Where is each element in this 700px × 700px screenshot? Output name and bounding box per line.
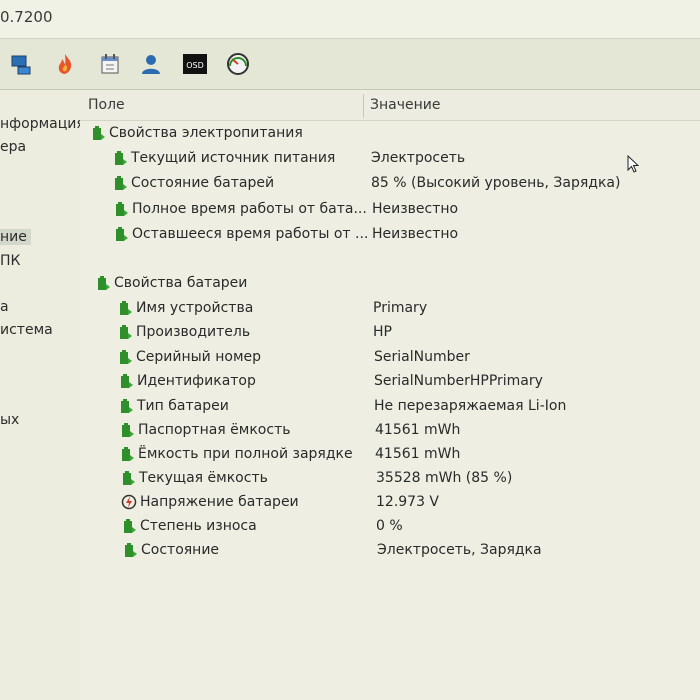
- row-field: Тип батареи: [137, 398, 229, 414]
- table-row[interactable]: Напряжение батареи 12.973 V: [80, 491, 700, 515]
- mouse-cursor-icon: [627, 155, 640, 173]
- sidebar-item[interactable]: истема: [0, 322, 53, 338]
- row-value: Электросеть: [371, 150, 466, 166]
- row-field: Имя устройства: [136, 300, 254, 316]
- table-row[interactable]: Паспортная ёмкость 41561 mWh: [80, 419, 700, 443]
- row-value: SerialNumberHPPrimary: [374, 373, 543, 389]
- scheduler-icon[interactable]: [97, 51, 123, 77]
- row-field: Паспортная ёмкость: [138, 422, 291, 438]
- table-row[interactable]: Состояние Электросеть, Зарядка: [80, 539, 700, 563]
- row-field: Состояние: [141, 542, 220, 558]
- table-header: Поле Значение: [80, 90, 700, 121]
- battery-icon: [121, 399, 133, 413]
- osd-icon[interactable]: OSD: [182, 51, 208, 77]
- row-field: Степень износа: [140, 518, 257, 534]
- row-field: Состояние батарей: [131, 175, 275, 191]
- group-header-battery[interactable]: Свойства батареи: [80, 272, 700, 296]
- sidebar-item[interactable]: а: [0, 299, 9, 315]
- row-value: 85 % (Высокий уровень, Зарядка): [371, 175, 621, 191]
- table-row[interactable]: Тип батареи Не перезаряжаемая Li-Ion: [80, 395, 700, 419]
- battery-icon: [123, 471, 135, 485]
- version-text: 0.7200: [0, 8, 53, 26]
- battery-icon: [122, 447, 134, 461]
- battery-icon: [115, 151, 127, 165]
- table-row[interactable]: Текущий источник питания Электросеть: [80, 147, 700, 171]
- battery-icon: [121, 374, 133, 388]
- row-field: Ёмкость при полной зарядке: [138, 446, 353, 462]
- group-title: Свойства электропитания: [109, 125, 303, 141]
- row-value: 41561 mWh: [375, 446, 461, 462]
- title-bar: 0.7200: [0, 0, 700, 39]
- group-header-power[interactable]: Свойства электропитания: [80, 122, 700, 146]
- row-value: HP: [373, 324, 392, 340]
- battery-icon: [116, 227, 128, 241]
- row-field: Полное время работы от бата...: [132, 201, 367, 217]
- table-row[interactable]: Ёмкость при полной зарядке 41561 mWh: [80, 443, 700, 467]
- battery-icon: [125, 543, 137, 557]
- battery-icon: [120, 325, 132, 339]
- row-value: 12.973 V: [376, 494, 440, 510]
- column-header-field[interactable]: Поле: [88, 97, 125, 113]
- voltage-icon: [121, 494, 137, 510]
- details-panel: Поле Значение Свойства электропитания Те…: [80, 90, 700, 700]
- column-header-value[interactable]: Значение: [370, 97, 440, 113]
- row-value: Неизвестно: [372, 201, 459, 217]
- battery-icon: [93, 126, 105, 140]
- battery-icon: [124, 519, 136, 533]
- row-value: 0 %: [376, 518, 403, 534]
- battery-icon: [122, 423, 134, 437]
- row-value: Неизвестно: [372, 226, 459, 242]
- row-value: Не перезаряжаемая Li-Ion: [374, 398, 567, 414]
- battery-icon: [120, 301, 132, 315]
- row-field: Текущий источник питания: [131, 150, 336, 166]
- osd-label: OSD: [186, 61, 204, 70]
- row-field: Производитель: [136, 324, 251, 340]
- row-value: 41561 mWh: [375, 422, 461, 438]
- table-row[interactable]: Идентификатор SerialNumberHPPrimary: [80, 370, 700, 394]
- battery-icon: [115, 176, 127, 190]
- row-value: Primary: [373, 300, 428, 316]
- row-field: Напряжение батареи: [140, 494, 299, 510]
- user-icon[interactable]: [138, 51, 164, 77]
- toolbar: OSD: [0, 39, 700, 90]
- table-row[interactable]: Оставшееся время работы от ... Неизвестн…: [80, 223, 700, 247]
- sidebar-item[interactable]: ПК: [0, 253, 20, 269]
- table-row[interactable]: Производитель HP: [80, 321, 700, 345]
- flame-icon[interactable]: [52, 51, 78, 77]
- row-field: Оставшееся время работы от ...: [132, 226, 369, 242]
- battery-icon: [116, 202, 128, 216]
- table-row[interactable]: Имя устройства Primary: [80, 297, 700, 321]
- row-value: Электросеть, Зарядка: [377, 542, 542, 558]
- sidebar-item[interactable]: ых: [0, 412, 19, 428]
- row-field: Серийный номер: [136, 349, 262, 365]
- column-separator[interactable]: [363, 94, 364, 118]
- table-row[interactable]: Состояние батарей 85 % (Высокий уровень,…: [80, 172, 700, 196]
- network-icon[interactable]: [8, 51, 34, 77]
- sidebar-item-selected[interactable]: ние: [0, 229, 31, 245]
- battery-icon: [98, 276, 110, 290]
- gauge-icon[interactable]: [225, 51, 251, 77]
- row-value: SerialNumber: [374, 349, 470, 365]
- table-row[interactable]: Текущая ёмкость 35528 mWh (85 %): [80, 467, 700, 491]
- table-row[interactable]: Серийный номер SerialNumber: [80, 346, 700, 370]
- battery-icon: [120, 350, 132, 364]
- group-title: Свойства батареи: [114, 275, 248, 291]
- table-row[interactable]: Полное время работы от бата... Неизвестн…: [80, 198, 700, 222]
- row-field: Текущая ёмкость: [139, 470, 268, 486]
- row-value: 35528 mWh (85 %): [376, 470, 513, 486]
- table-row[interactable]: Степень износа 0 %: [80, 515, 700, 539]
- sidebar-item[interactable]: нформация: [0, 116, 85, 132]
- sidebar-item[interactable]: ера: [0, 139, 26, 155]
- row-field: Идентификатор: [137, 373, 256, 389]
